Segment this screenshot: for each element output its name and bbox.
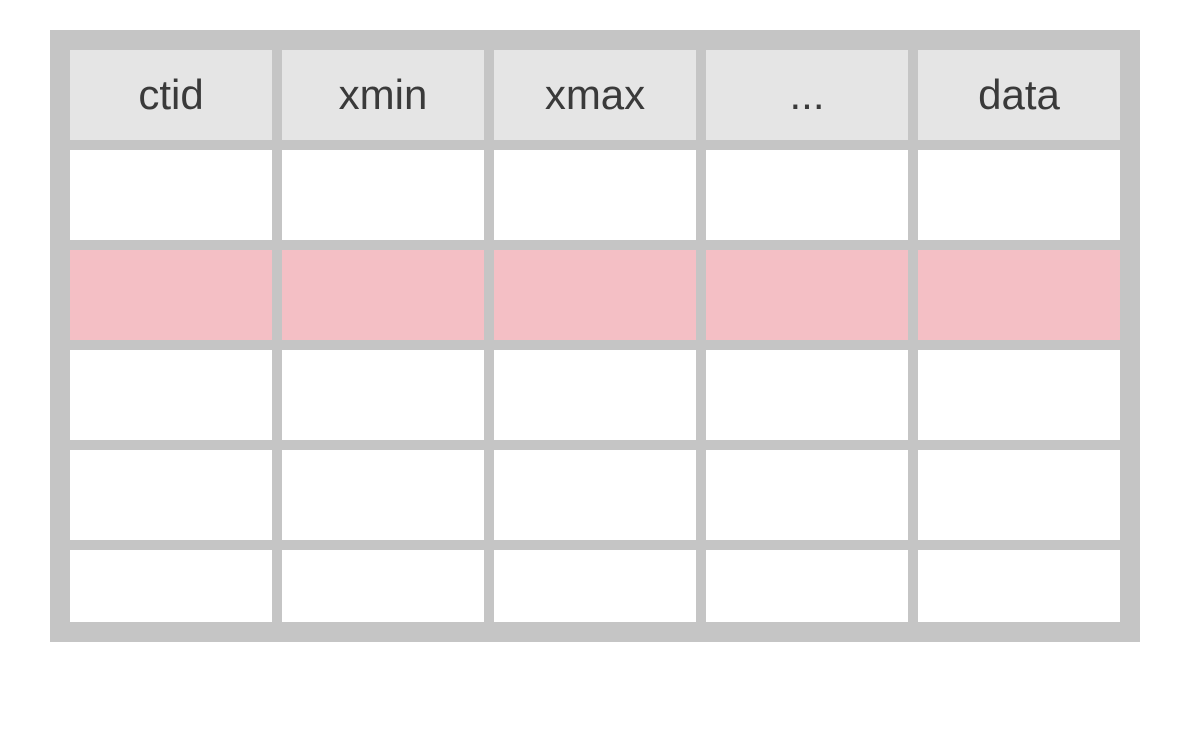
cell — [70, 150, 272, 240]
cell — [706, 450, 908, 540]
cell — [918, 550, 1120, 622]
cell — [706, 350, 908, 440]
table-body — [70, 150, 1120, 622]
table-row — [70, 450, 1120, 540]
cell — [282, 150, 484, 240]
cell — [706, 250, 908, 340]
cell — [706, 150, 908, 240]
cell — [918, 150, 1120, 240]
cell — [918, 350, 1120, 440]
cell — [918, 250, 1120, 340]
cell — [70, 350, 272, 440]
cell — [494, 350, 696, 440]
cell — [70, 550, 272, 622]
table-row-highlight — [70, 250, 1120, 340]
cell — [70, 250, 272, 340]
cell — [494, 550, 696, 622]
cell — [706, 550, 908, 622]
cell — [282, 350, 484, 440]
header-ellipsis: ... — [706, 50, 908, 140]
cell — [70, 450, 272, 540]
cell — [282, 550, 484, 622]
cell — [282, 450, 484, 540]
table-container: ctid xmin xmax ... data — [50, 30, 1140, 642]
cell — [282, 250, 484, 340]
cell — [918, 450, 1120, 540]
header-ctid: ctid — [70, 50, 272, 140]
cell — [494, 450, 696, 540]
table-row — [70, 550, 1120, 622]
header-xmax: xmax — [494, 50, 696, 140]
header-row: ctid xmin xmax ... data — [70, 50, 1120, 140]
table-row — [70, 150, 1120, 240]
cell — [494, 150, 696, 240]
header-data: data — [918, 50, 1120, 140]
header-xmin: xmin — [282, 50, 484, 140]
table-row — [70, 350, 1120, 440]
tuple-table: ctid xmin xmax ... data — [60, 40, 1130, 632]
cell — [494, 250, 696, 340]
